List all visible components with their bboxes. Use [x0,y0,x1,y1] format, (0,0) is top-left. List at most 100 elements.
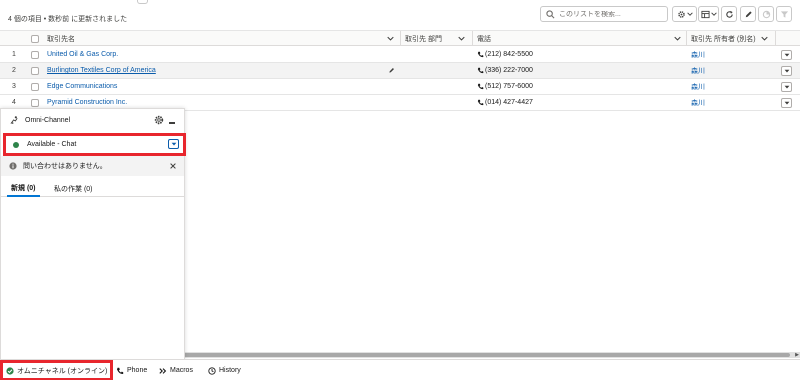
pie-chart-icon [762,10,770,18]
table-row: 1 United Oil & Gas Corp. (212) 842-5500 … [0,47,800,63]
table-row: 3 Edge Communications (512) 757-6000 森川 [0,79,800,95]
work-notice: 問い合わせはありません。 [1,156,184,176]
minimize-icon[interactable] [169,122,175,124]
chevron-down-icon[interactable] [458,35,465,42]
row-number: 1 [12,51,16,58]
utility-label: Macros [170,367,193,374]
phone-icon [477,83,484,90]
inline-edit-button[interactable] [740,6,756,22]
table-header: 取引先名 取引先 部門 電話 取引先 所有者 (別名) [0,30,800,46]
row-checkbox[interactable] [31,66,39,75]
owner-link[interactable]: 森川 [691,95,705,110]
pencil-icon [389,68,394,73]
table-row: 2 Burlington Textiles Corp of America (3… [0,63,800,79]
tab-my-work[interactable]: 私の作業 (0) [54,181,93,197]
column-header-owner[interactable]: 取引先 所有者 (別名) [691,31,756,46]
utility-label: オムニチャネル (オンライン) [17,367,108,375]
phone-icon [477,99,484,106]
display-as-button[interactable] [698,6,719,22]
chevron-down-icon [710,12,717,16]
utility-bar: オムニチャネル (オンライン) Phone Macros History [0,359,800,380]
collapse-tab[interactable] [137,0,148,4]
row-checkbox[interactable] [31,50,39,59]
utility-item-phone[interactable]: Phone [116,363,147,378]
chevron-down-icon [784,101,789,105]
search-input[interactable] [559,10,664,18]
charts-button[interactable] [758,6,774,22]
list-search-box[interactable] [540,6,668,22]
filter-icon [780,10,788,18]
phone-icon [477,51,484,58]
account-name-link[interactable]: Burlington Textiles Corp of America [47,63,156,78]
omni-channel-icon [10,116,18,124]
table-icon [700,10,710,18]
column-header-name[interactable]: 取引先名 [47,31,75,46]
column-divider[interactable] [775,31,776,46]
edit-cell-button[interactable] [388,63,395,78]
chevron-down-icon [784,69,789,73]
chevron-down-icon [784,53,789,57]
presence-status-selector[interactable]: Available - Chat [3,133,186,156]
phone-cell[interactable]: (336) 222-7000 [477,63,533,78]
omni-channel-panel: Omni-Channel Available - Chat 問い合わせはありませ… [0,108,186,359]
row-actions-button[interactable] [781,66,792,76]
chevron-down-icon[interactable] [761,35,768,42]
macros-icon [159,367,167,374]
row-actions-button[interactable] [781,82,792,92]
column-header-division[interactable]: 取引先 部門 [405,31,442,46]
phone-icon [116,367,124,374]
phone-icon [477,67,484,74]
phone-number[interactable]: (512) 757-6000 [485,83,533,90]
row-checkbox-cell[interactable] [31,63,39,78]
row-checkbox[interactable] [31,98,39,107]
phone-cell[interactable]: (212) 842-5500 [477,47,533,62]
phone-cell[interactable]: (512) 757-6000 [477,79,533,94]
owner-link[interactable]: 森川 [691,63,705,78]
omni-panel-title: Omni-Channel [25,117,71,124]
owner-link[interactable]: 森川 [691,79,705,94]
list-meta: 4 個の項目 • 数秒前 に更新されました [8,16,128,23]
list-settings-button[interactable] [672,6,697,22]
row-checkbox[interactable] [31,82,39,91]
row-checkbox-cell[interactable] [31,79,39,94]
row-actions-button[interactable] [781,98,792,108]
scroll-right-arrow-icon[interactable]: ▶ [794,352,800,358]
presence-status-label: Available - Chat [27,141,77,148]
select-all-cell[interactable] [31,31,39,46]
select-all-checkbox[interactable] [31,34,39,43]
online-status-icon [13,141,19,148]
tab-new[interactable]: 新規 (0) [7,181,40,197]
phone-number[interactable]: (212) 842-5500 [485,51,533,58]
phone-number[interactable]: (336) 222-7000 [485,67,533,74]
gear-icon[interactable] [154,115,164,125]
chevron-down-icon [784,85,789,89]
chevron-down-icon[interactable] [674,35,681,42]
row-number: 3 [12,83,16,90]
utility-item-macros[interactable]: Macros [159,363,193,378]
row-checkbox-cell[interactable] [31,47,39,62]
column-divider[interactable] [472,31,473,46]
account-name-link[interactable]: Edge Communications [47,79,117,94]
refresh-button[interactable] [721,6,737,22]
column-divider[interactable] [400,31,401,46]
chevron-down-icon[interactable] [387,35,394,42]
search-icon [546,9,555,18]
utility-item-omni-channel[interactable]: オムニチャネル (オンライン) [0,360,114,380]
row-actions-button[interactable] [781,50,792,60]
status-dropdown-button[interactable] [168,139,179,149]
notice-text: 問い合わせはありません。 [23,163,107,170]
filter-button[interactable] [776,6,792,22]
row-number: 2 [12,67,16,74]
owner-link[interactable]: 森川 [691,47,705,62]
column-divider[interactable] [686,31,687,46]
pencil-icon [745,10,752,17]
phone-number[interactable]: (014) 427-4427 [485,99,533,106]
phone-cell[interactable]: (014) 427-4427 [477,95,533,110]
account-name-link[interactable]: United Oil & Gas Corp. [47,47,118,62]
utility-item-history[interactable]: History [208,363,241,378]
close-icon[interactable] [170,163,176,169]
column-header-phone[interactable]: 電話 [477,31,491,46]
refresh-icon [725,10,733,18]
utility-label: Phone [127,367,148,374]
utility-label: History [219,367,241,374]
